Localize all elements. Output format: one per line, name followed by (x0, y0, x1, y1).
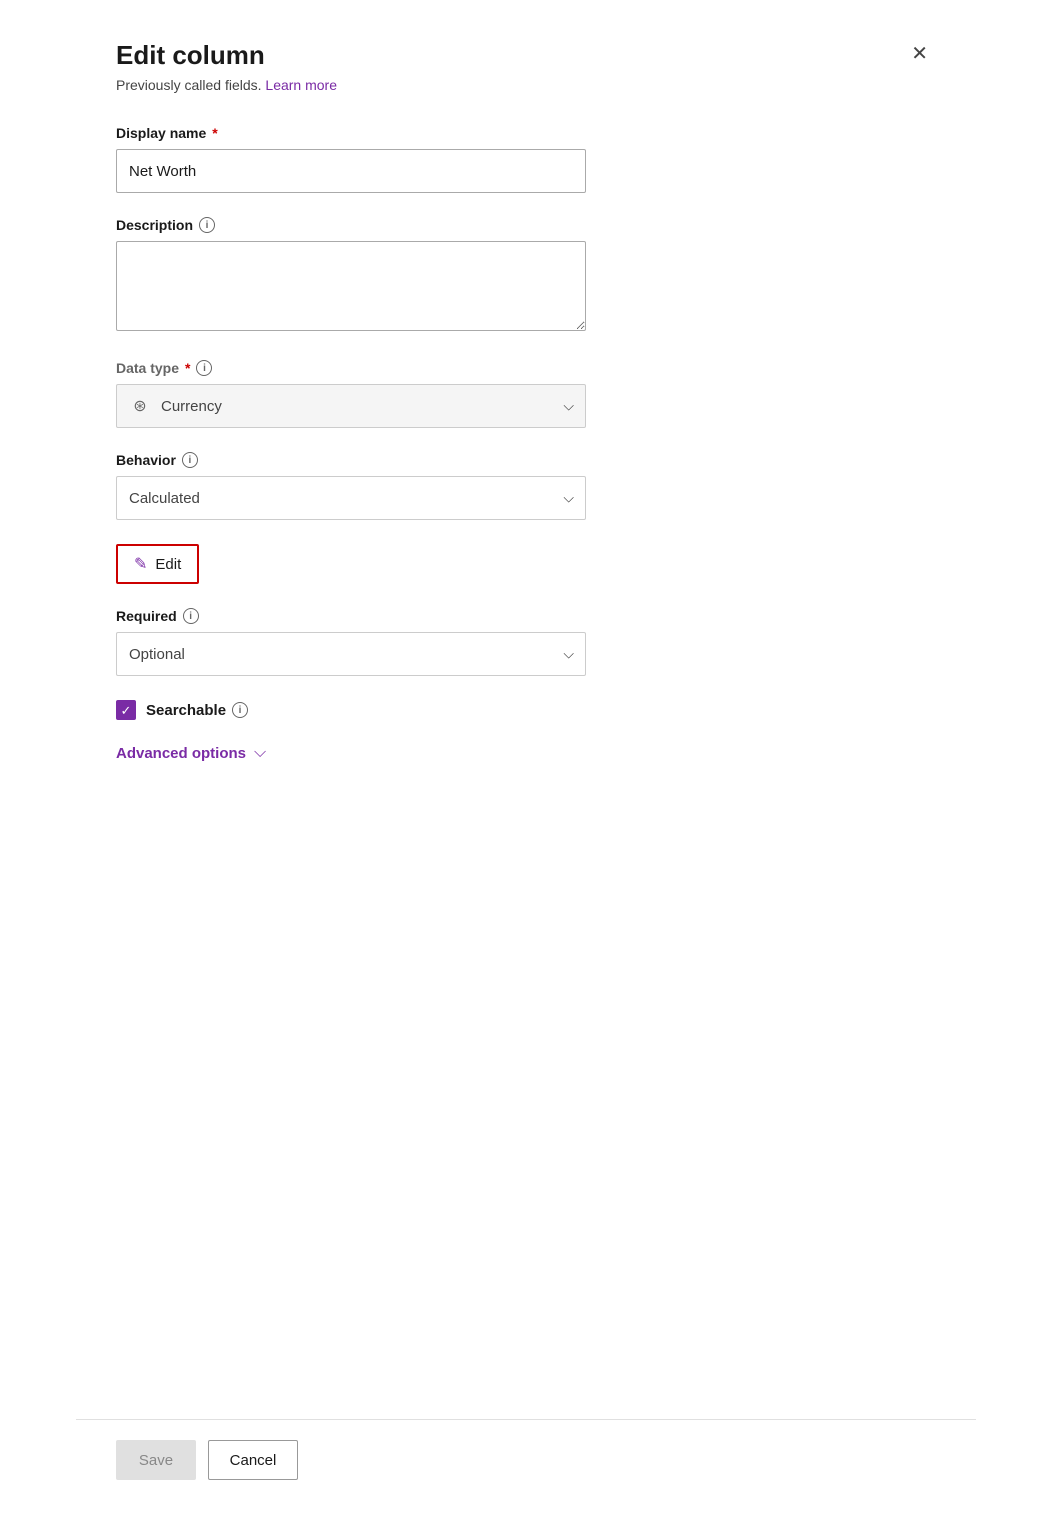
required-select-wrapper: Optional ⌵ (116, 632, 586, 676)
data-type-select-wrapper: ⊛ Currency ⌵ (116, 384, 586, 428)
description-label: Description i (116, 217, 936, 233)
required-star-type: * (185, 360, 190, 376)
panel-title: Edit column (116, 40, 265, 71)
required-info-icon: i (183, 608, 199, 624)
data-type-info-icon: i (196, 360, 212, 376)
required-label: Required i (116, 608, 936, 624)
close-button[interactable]: ✕ (903, 40, 936, 68)
behavior-select[interactable]: Calculated (116, 476, 586, 520)
learn-more-link[interactable]: Learn more (265, 77, 337, 93)
advanced-options-chevron-icon: ⌵ (254, 744, 266, 762)
display-name-label: Display name * (116, 125, 936, 141)
checkmark-icon: ✓ (121, 704, 132, 717)
searchable-info-icon: i (232, 702, 248, 718)
advanced-options-row[interactable]: Advanced options ⌵ (116, 744, 936, 762)
searchable-checkbox[interactable]: ✓ (116, 700, 136, 720)
behavior-select-wrapper: Calculated ⌵ (116, 476, 586, 520)
edit-column-panel: Edit column ✕ Previously called fields. … (76, 0, 976, 1540)
description-group: Description i (116, 217, 936, 336)
cancel-button[interactable]: Cancel (208, 1440, 298, 1480)
behavior-group: Behavior i Calculated ⌵ (116, 452, 936, 520)
required-select[interactable]: Optional (116, 632, 586, 676)
save-button[interactable]: Save (116, 1440, 196, 1480)
description-input[interactable] (116, 241, 586, 331)
panel-header: Edit column ✕ (116, 40, 936, 71)
searchable-row: ✓ Searchable i (116, 700, 936, 720)
currency-icon: ⊛ (129, 395, 151, 417)
behavior-label: Behavior i (116, 452, 936, 468)
display-name-input[interactable] (116, 149, 586, 193)
edit-button-group: ✎ Edit (116, 544, 936, 584)
footer: Save Cancel (76, 1419, 976, 1500)
required-star-name: * (212, 125, 217, 141)
description-info-icon: i (199, 217, 215, 233)
edit-button[interactable]: ✎ Edit (116, 544, 199, 584)
pencil-icon: ✎ (134, 554, 147, 574)
data-type-select[interactable]: ⊛ Currency (116, 384, 586, 428)
searchable-label: Searchable i (146, 702, 248, 719)
subtitle-text: Previously called fields. Learn more (116, 77, 936, 93)
required-group: Required i Optional ⌵ (116, 608, 936, 676)
advanced-options-label: Advanced options (116, 745, 246, 762)
display-name-group: Display name * (116, 125, 936, 193)
behavior-info-icon: i (182, 452, 198, 468)
data-type-label: Data type * i (116, 360, 936, 376)
data-type-group: Data type * i ⊛ Currency ⌵ (116, 360, 936, 428)
